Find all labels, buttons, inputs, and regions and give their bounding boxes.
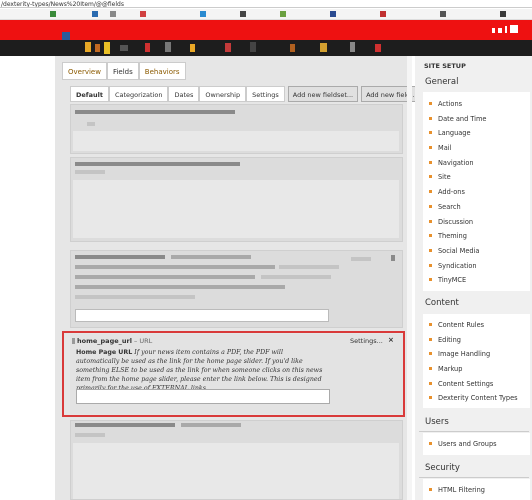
security-list: HTML Filtering — [429, 483, 485, 498]
sidebar-item-navigation[interactable]: Navigation — [429, 156, 487, 171]
section-heading-users: Users — [425, 417, 449, 427]
bookmark-icon[interactable] — [280, 11, 286, 17]
bullet-icon — [429, 219, 432, 223]
bullet-icon — [429, 116, 432, 120]
bookmark-icon[interactable] — [50, 11, 56, 17]
editing-toolbar — [0, 40, 532, 56]
bookmark-icon[interactable] — [140, 11, 146, 17]
bookmarks-bar — [0, 9, 532, 20]
sidebar-item-mail[interactable]: Mail — [429, 141, 487, 156]
bullet-icon — [429, 396, 432, 400]
bullet-icon — [429, 131, 432, 135]
bullet-icon — [429, 367, 432, 371]
sidebar-item-markup[interactable]: Markup — [429, 362, 518, 377]
section-heading-content: Content — [425, 298, 459, 308]
bookmark-icon[interactable] — [92, 11, 98, 17]
field-row[interactable] — [70, 157, 403, 242]
sidebar-item-image-handling[interactable]: Image Handling — [429, 347, 518, 362]
sidebar-item-search[interactable]: Search — [429, 200, 487, 215]
site-logo[interactable] — [62, 32, 70, 40]
bullet-icon — [429, 175, 432, 179]
sidebar-item-site[interactable]: Site — [429, 170, 487, 185]
bullet-icon — [429, 442, 432, 445]
sidebar-item-content-rules[interactable]: Content Rules — [429, 318, 518, 333]
tab-behaviors[interactable]: Behaviors — [138, 62, 186, 80]
sidebar-item-date-and-time[interactable]: Date and Time — [429, 112, 487, 127]
field-row[interactable] — [70, 104, 403, 154]
bullet-icon — [429, 102, 432, 105]
tab-overview[interactable]: Overview — [62, 62, 107, 80]
bookmark-icon[interactable] — [330, 11, 336, 17]
bullet-icon — [429, 190, 432, 194]
site-header — [0, 20, 532, 40]
bullet-icon — [429, 263, 432, 267]
divider — [419, 477, 529, 478]
bookmark-icon[interactable] — [240, 11, 246, 17]
sidebar-item-add-ons[interactable]: Add-ons — [429, 185, 487, 200]
bullet-icon — [429, 337, 432, 341]
add-fieldset-button[interactable]: Add new fieldset... — [287, 86, 359, 102]
bookmark-icon[interactable] — [380, 11, 386, 17]
sidebar-title: SITE SETUP — [424, 62, 466, 70]
header-actions — [492, 25, 522, 35]
tab-categorization[interactable]: Categorization — [108, 86, 169, 102]
tab-fields[interactable]: Fields — [106, 62, 139, 80]
divider — [419, 431, 529, 432]
section-heading-security: Security — [425, 463, 460, 473]
content-list: Content Rules Editing Image Handling Mar… — [429, 318, 518, 406]
tab-ownership[interactable]: Ownership — [199, 86, 247, 102]
bullet-icon — [429, 352, 432, 356]
general-list: Actions Date and Time Language Mail Navi… — [429, 97, 487, 288]
address-bar[interactable]: /dexterity-types/News%20Item/@@fields — [0, 0, 532, 8]
tab-default[interactable]: Default — [70, 86, 109, 102]
bullet-icon — [429, 248, 432, 252]
bookmark-icon[interactable] — [110, 11, 116, 17]
sidebar-item-theming[interactable]: Theming — [429, 229, 487, 244]
add-field-button[interactable]: Add new field... — [361, 86, 422, 102]
bookmark-icon[interactable] — [440, 11, 446, 17]
users-list: Users and Groups — [429, 437, 497, 452]
sidebar-item-content-settings[interactable]: Content Settings — [429, 377, 518, 392]
bullet-icon — [429, 323, 432, 326]
fieldset-tabs: Default Categorization Dates Ownership S… — [70, 86, 422, 102]
url-text: /dexterity-types/News%20Item/@@fields — [1, 1, 124, 8]
bullet-icon — [429, 381, 432, 385]
bookmark-icon[interactable] — [200, 11, 206, 17]
tab-dates[interactable]: Dates — [168, 86, 200, 102]
sidebar-item-html-filtering[interactable]: HTML Filtering — [429, 483, 485, 498]
main-scrollbar[interactable] — [407, 56, 412, 500]
sidebar-item-social-media[interactable]: Social Media — [429, 244, 487, 259]
bullet-icon — [429, 160, 432, 164]
tab-settings[interactable]: Settings — [246, 86, 285, 102]
type-tabs: Overview Fields Behaviors — [62, 62, 186, 80]
sidebar-item-language[interactable]: Language — [429, 126, 487, 141]
sidebar-item-discussion[interactable]: Discussion — [429, 215, 487, 230]
bullet-icon — [429, 488, 432, 491]
bullet-icon — [429, 278, 432, 282]
sidebar-item-syndication[interactable]: Syndication — [429, 259, 487, 274]
bookmark-icon[interactable] — [500, 11, 506, 17]
highlight-box — [62, 331, 405, 417]
sidebar-item-editing[interactable]: Editing — [429, 333, 518, 348]
sidebar-item-users-and-groups[interactable]: Users and Groups — [429, 437, 497, 452]
sidebar-item-tinymce[interactable]: TinyMCE — [429, 273, 487, 288]
sidebar-item-actions[interactable]: Actions — [429, 97, 487, 112]
section-heading-general: General — [425, 77, 459, 87]
bullet-icon — [429, 146, 432, 150]
field-row[interactable] — [70, 420, 403, 500]
field-row[interactable] — [70, 250, 403, 328]
bullet-icon — [429, 234, 432, 238]
sidebar-item-dexterity-content-types[interactable]: Dexterity Content Types — [429, 391, 518, 406]
bullet-icon — [429, 204, 432, 208]
